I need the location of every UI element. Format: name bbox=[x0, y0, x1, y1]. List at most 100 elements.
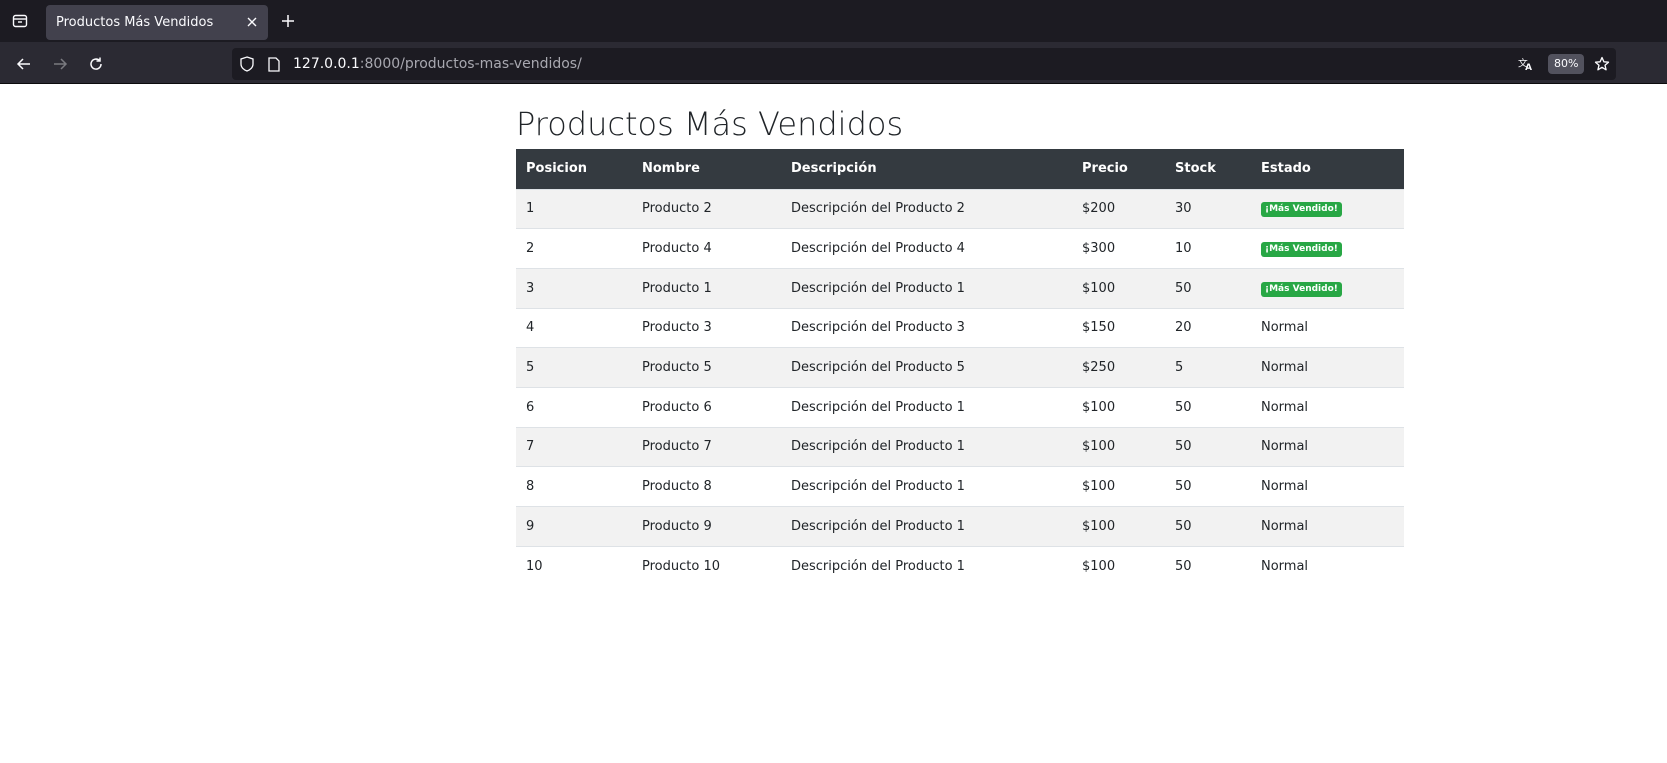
table-row: 4 Producto 3 Descripción del Producto 3 $15… bbox=[516, 307, 1404, 348]
url-bar[interactable]: 127.0.0.1:8000/productos-mas-vendidos/ 文… bbox=[232, 48, 1616, 80]
cell-precio: $250 bbox=[1072, 347, 1165, 388]
column-header-estado: Estado bbox=[1251, 149, 1404, 189]
cell-precio: $100 bbox=[1072, 426, 1165, 467]
cell-descripcion: Descripción del Producto 1 bbox=[781, 545, 1072, 586]
table-row: 6 Producto 6 Descripción del Producto 1 $10… bbox=[516, 386, 1404, 428]
cell-precio: $100 bbox=[1072, 386, 1165, 428]
status-text: Normal bbox=[1261, 360, 1309, 376]
cell-estado: ¡Más Vendido! bbox=[1251, 228, 1404, 269]
cell-estado: Normal bbox=[1251, 386, 1404, 428]
cell-precio: $150 bbox=[1072, 307, 1165, 348]
cell-nombre: Producto 8 bbox=[632, 466, 781, 507]
cell-descripcion: Descripción del Producto 5 bbox=[781, 347, 1072, 388]
cell-estado: Normal bbox=[1251, 506, 1404, 547]
cell-stock: 20 bbox=[1165, 307, 1251, 348]
cell-posicion: 4 bbox=[516, 307, 632, 348]
column-header-stock: Stock bbox=[1165, 149, 1251, 189]
cell-stock: 5 bbox=[1165, 347, 1251, 388]
cell-descripcion: Descripción del Producto 1 bbox=[781, 386, 1072, 428]
cell-stock: 50 bbox=[1165, 386, 1251, 428]
cell-descripcion: Descripción del Producto 1 bbox=[781, 466, 1072, 507]
cell-descripcion: Descripción del Producto 4 bbox=[781, 228, 1072, 269]
cell-stock: 50 bbox=[1165, 426, 1251, 467]
cell-descripcion: Descripción del Producto 2 bbox=[781, 188, 1072, 229]
best-seller-badge: ¡Más Vendido! bbox=[1261, 281, 1342, 297]
status-text: Normal bbox=[1261, 399, 1309, 415]
cell-nombre: Producto 4 bbox=[632, 228, 781, 269]
cell-posicion: 8 bbox=[516, 466, 632, 507]
column-header-nombre: Nombre bbox=[632, 149, 781, 189]
close-icon[interactable] bbox=[244, 14, 260, 30]
cell-estado: Normal bbox=[1251, 545, 1404, 586]
table-row: 9 Producto 9 Descripción del Producto 1 $10… bbox=[516, 506, 1404, 547]
cell-posicion: 2 bbox=[516, 228, 632, 269]
svg-text:A: A bbox=[1525, 63, 1532, 72]
cell-stock: 50 bbox=[1165, 545, 1251, 586]
cell-posicion: 9 bbox=[516, 506, 632, 547]
cell-stock: 50 bbox=[1165, 267, 1251, 309]
url-host: 127.0.0.1 bbox=[293, 56, 360, 72]
url-path: :8000/productos-mas-vendidos/ bbox=[359, 56, 582, 72]
active-tab[interactable]: Productos Más Vendidos bbox=[46, 5, 268, 40]
cell-stock: 10 bbox=[1165, 228, 1251, 269]
cell-nombre: Producto 7 bbox=[632, 426, 781, 467]
status-text: Normal bbox=[1261, 518, 1309, 534]
translate-icon[interactable]: 文A bbox=[1518, 56, 1534, 72]
table-row: 3 Producto 1 Descripción del Producto 1 $10… bbox=[516, 267, 1404, 309]
cell-stock: 30 bbox=[1165, 188, 1251, 229]
reload-icon[interactable] bbox=[85, 53, 107, 75]
best-seller-badge: ¡Más Vendido! bbox=[1261, 202, 1342, 218]
cell-precio: $100 bbox=[1072, 506, 1165, 547]
cell-nombre: Producto 6 bbox=[632, 386, 781, 428]
cell-posicion: 7 bbox=[516, 426, 632, 467]
cell-nombre: Producto 1 bbox=[632, 267, 781, 309]
cell-descripcion: Descripción del Producto 1 bbox=[781, 426, 1072, 467]
column-header-posicion: Posicion bbox=[516, 149, 632, 189]
table-header-row: Posicion Nombre Descripción Precio Stock… bbox=[516, 149, 1404, 189]
star-icon[interactable] bbox=[1594, 56, 1610, 72]
cell-precio: $100 bbox=[1072, 545, 1165, 586]
table-row: 8 Producto 8 Descripción del Producto 1 $10… bbox=[516, 466, 1404, 507]
cell-estado: Normal bbox=[1251, 466, 1404, 507]
cell-posicion: 6 bbox=[516, 386, 632, 428]
status-text: Normal bbox=[1261, 558, 1309, 574]
table-row: 7 Producto 7 Descripción del Producto 1 $10… bbox=[516, 426, 1404, 467]
best-seller-badge: ¡Más Vendido! bbox=[1261, 242, 1342, 258]
cell-precio: $200 bbox=[1072, 188, 1165, 229]
column-header-descripcion: Descripción bbox=[781, 149, 1072, 189]
products-table: Posicion Nombre Descripción Precio Stock… bbox=[516, 149, 1404, 586]
cell-nombre: Producto 5 bbox=[632, 347, 781, 388]
tab-list-icon[interactable] bbox=[8, 9, 32, 33]
status-text: Normal bbox=[1261, 479, 1309, 495]
cell-estado: Normal bbox=[1251, 307, 1404, 348]
cell-precio: $100 bbox=[1072, 267, 1165, 309]
table-row: 5 Producto 5 Descripción del Producto 5 $25… bbox=[516, 347, 1404, 388]
cell-estado: Normal bbox=[1251, 426, 1404, 467]
page-content: Productos Más Vendidos Posicion Nombre D… bbox=[0, 85, 1667, 763]
cell-nombre: Producto 10 bbox=[632, 545, 781, 586]
cell-estado: Normal bbox=[1251, 347, 1404, 388]
cell-stock: 50 bbox=[1165, 466, 1251, 507]
cell-nombre: Producto 3 bbox=[632, 307, 781, 348]
cell-precio: $300 bbox=[1072, 228, 1165, 269]
table-row: 10 Producto 10 Descripción del Producto 1 $… bbox=[516, 545, 1404, 586]
cell-nombre: Producto 9 bbox=[632, 506, 781, 547]
cell-precio: $100 bbox=[1072, 466, 1165, 507]
cell-posicion: 1 bbox=[516, 188, 632, 229]
zoom-level-button[interactable]: 80% bbox=[1548, 54, 1585, 74]
cell-posicion: 5 bbox=[516, 347, 632, 388]
status-text: Normal bbox=[1261, 320, 1309, 336]
status-text: Normal bbox=[1261, 439, 1309, 455]
url-text[interactable]: 127.0.0.1:8000/productos-mas-vendidos/ bbox=[293, 56, 582, 72]
cell-descripcion: Descripción del Producto 3 bbox=[781, 307, 1072, 348]
cell-posicion: 10 bbox=[516, 545, 632, 586]
table-row: 2 Producto 4 Descripción del Producto 4 $30… bbox=[516, 228, 1404, 269]
page-icon[interactable] bbox=[266, 56, 282, 72]
forward-arrow-icon[interactable] bbox=[49, 53, 71, 75]
shield-icon[interactable] bbox=[239, 56, 255, 72]
back-arrow-icon[interactable] bbox=[13, 53, 35, 75]
cell-descripcion: Descripción del Producto 1 bbox=[781, 506, 1072, 547]
plus-icon[interactable] bbox=[278, 11, 298, 31]
cell-stock: 50 bbox=[1165, 506, 1251, 547]
column-header-precio: Precio bbox=[1072, 149, 1165, 189]
